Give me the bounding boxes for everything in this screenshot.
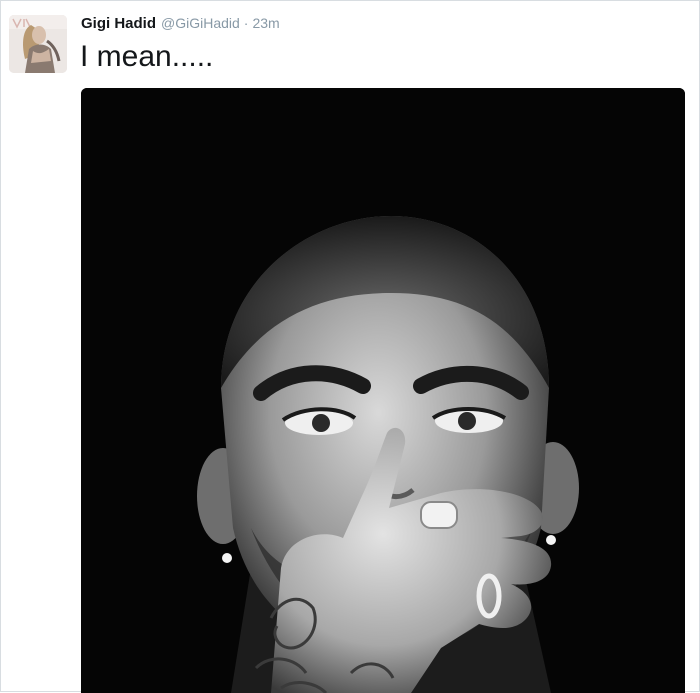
tweet-media-photo[interactable] bbox=[81, 88, 685, 693]
tweet-card: Gigi Hadid @GiGiHadid · 23m I mean..... bbox=[0, 0, 700, 693]
avatar[interactable] bbox=[9, 15, 67, 73]
author-handle[interactable]: @GiGiHadid bbox=[161, 15, 240, 31]
tweet-text: I mean..... bbox=[80, 40, 214, 73]
separator-dot: · bbox=[243, 15, 249, 31]
portrait-photo bbox=[81, 88, 685, 693]
author-name[interactable]: Gigi Hadid bbox=[81, 15, 156, 32]
tweet-header: Gigi Hadid @GiGiHadid · 23m bbox=[81, 15, 280, 35]
avatar-photo bbox=[9, 15, 67, 73]
tweet-timestamp[interactable]: 23m bbox=[252, 15, 279, 31]
